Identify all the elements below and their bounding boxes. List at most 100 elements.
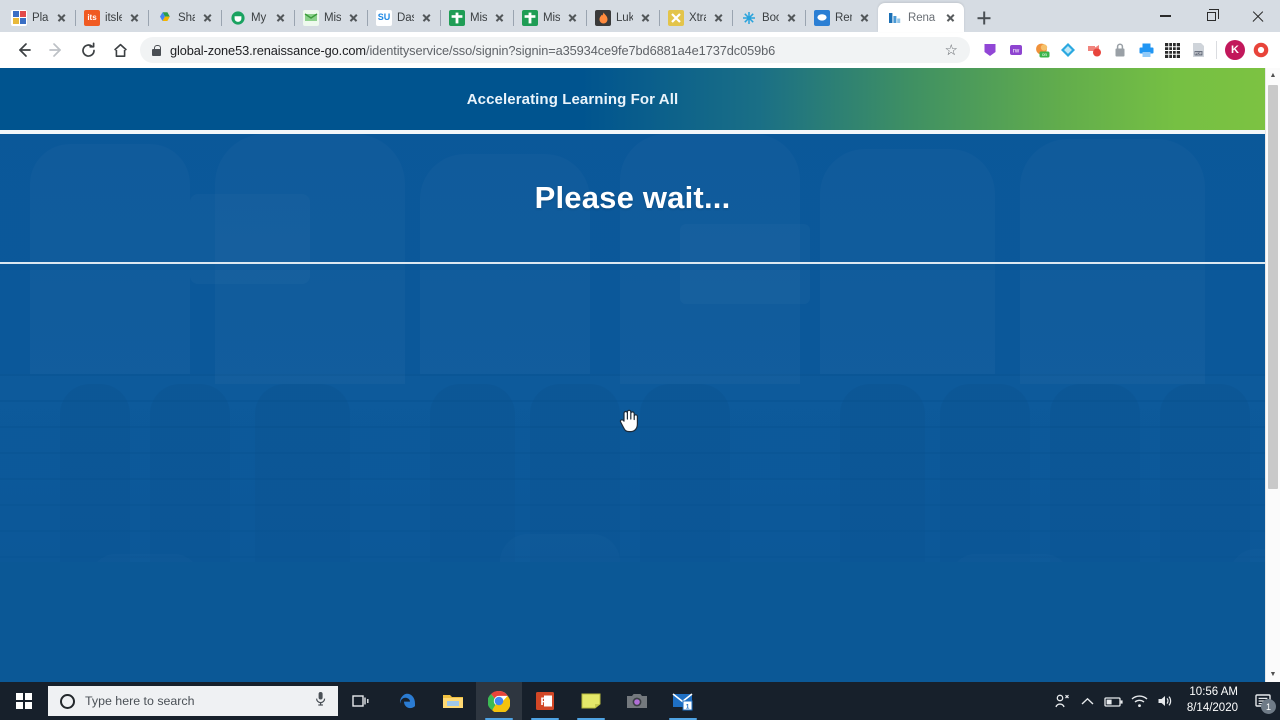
lock-icon xyxy=(152,44,161,56)
browser-tab-9[interactable]: Xtra xyxy=(659,3,732,32)
browser-tab-0[interactable]: Plan xyxy=(2,3,75,32)
tab-favicon-xtra xyxy=(668,9,684,26)
read-write-extension-icon[interactable]: rw xyxy=(1003,37,1029,63)
maximize-button[interactable] xyxy=(1188,0,1234,32)
tab-close-icon-3[interactable] xyxy=(273,10,288,25)
search-placeholder: Type here to search xyxy=(85,694,195,708)
printer-extension-icon[interactable] xyxy=(1133,37,1159,63)
taskbar-camera-icon[interactable] xyxy=(614,682,660,720)
people-icon[interactable] xyxy=(1049,682,1075,720)
tab-title-6: Miss xyxy=(470,11,487,24)
cortana-circle-icon xyxy=(60,693,75,709)
browser-tab-3[interactable]: My xyxy=(221,3,294,32)
tab-title-10: Boo xyxy=(762,11,779,24)
close-window-button[interactable] xyxy=(1234,0,1280,32)
tab-favicon-renaissance xyxy=(887,10,903,26)
tab-close-icon-2[interactable] xyxy=(200,10,215,25)
tab-close-icon-12[interactable] xyxy=(943,10,958,25)
taskbar-google-chrome-icon[interactable] xyxy=(476,682,522,720)
tab-favicon-speech-bubble xyxy=(814,9,830,26)
site-brand-bar: Accelerating Learning For All xyxy=(0,68,1265,130)
minimize-button[interactable] xyxy=(1142,0,1188,32)
tab-favicon-shield xyxy=(230,10,246,26)
tab-favicon-itslearning: its xyxy=(84,9,100,26)
battery-icon[interactable] xyxy=(1101,682,1127,720)
show-hidden-icons-chevron[interactable] xyxy=(1075,682,1101,720)
star-icon[interactable]: ☆ xyxy=(945,41,958,59)
taskbar-powerpoint-icon[interactable]: P xyxy=(522,682,568,720)
purple-extension-icon[interactable] xyxy=(977,37,1003,63)
onenote-clipper-icon[interactable]: on xyxy=(1029,37,1055,63)
tab-title-8: Luke xyxy=(616,11,633,24)
back-button[interactable] xyxy=(8,34,40,66)
page-viewport: Accelerating Learning For All Please wai… xyxy=(0,68,1280,682)
tab-title-7: Miss xyxy=(543,11,560,24)
tab-close-icon-0[interactable] xyxy=(54,10,69,25)
browser-tab-1[interactable]: its itsle xyxy=(75,3,148,32)
windows-taskbar: Type here to search P 1 10:56 AM 8/14/20… xyxy=(0,682,1280,720)
chrome-browser-window: Plan its itsle Shar My Miss xyxy=(0,0,1280,682)
taskbar-mail-icon[interactable]: 1 xyxy=(660,682,706,720)
tab-close-icon-10[interactable] xyxy=(784,10,799,25)
window-controls xyxy=(1142,0,1280,32)
taskbar-search-box[interactable]: Type here to search xyxy=(48,686,338,716)
grid-extension-icon[interactable] xyxy=(1159,37,1185,63)
new-tab-button[interactable] xyxy=(970,4,998,32)
browser-tab-12-active[interactable]: Rena xyxy=(878,3,964,32)
browser-tab-5[interactable]: SU Dash xyxy=(367,3,440,32)
tab-close-icon-6[interactable] xyxy=(492,10,507,25)
tab-title-11: Rem xyxy=(835,11,852,24)
page-scrollbar[interactable]: ▲ ▼ xyxy=(1265,68,1280,682)
tab-close-icon-11[interactable] xyxy=(857,10,872,25)
scroll-down-arrow-icon[interactable]: ▼ xyxy=(1266,667,1280,682)
tab-close-icon-9[interactable] xyxy=(711,10,726,25)
screencastify-icon[interactable] xyxy=(1081,37,1107,63)
tab-title-9: Xtra xyxy=(689,11,706,24)
forward-button[interactable] xyxy=(40,34,72,66)
wifi-icon[interactable] xyxy=(1127,682,1153,720)
tab-close-icon-8[interactable] xyxy=(638,10,653,25)
profile-avatar[interactable]: K xyxy=(1222,37,1248,63)
notification-count-badge: 1 xyxy=(1261,699,1276,714)
taskbar-microsoft-edge-icon[interactable] xyxy=(384,682,430,720)
tab-close-icon-5[interactable] xyxy=(419,10,434,25)
tab-title-2: Shar xyxy=(178,11,195,24)
taskbar-file-explorer-icon[interactable] xyxy=(430,682,476,720)
action-center-button[interactable]: 1 xyxy=(1248,682,1278,720)
tab-close-icon-7[interactable] xyxy=(565,10,580,25)
home-button[interactable] xyxy=(104,34,136,66)
browser-tab-4[interactable]: Miss xyxy=(294,3,367,32)
avatar-initial: K xyxy=(1225,40,1245,60)
address-bar[interactable]: global-zone53.renaissance-go.com/identit… xyxy=(140,37,970,63)
tab-favicon-snowflake xyxy=(741,10,757,26)
hero-section: Please wait... xyxy=(0,134,1265,566)
volume-icon[interactable] xyxy=(1153,682,1179,720)
scrollbar-thumb[interactable] xyxy=(1268,85,1278,489)
browser-tab-10[interactable]: Boo xyxy=(732,3,805,32)
browser-tab-2[interactable]: Shar xyxy=(148,3,221,32)
chrome-menu-icon[interactable] xyxy=(1248,37,1274,63)
diamond-extension-icon[interactable] xyxy=(1055,37,1081,63)
browser-tab-7[interactable]: Miss xyxy=(513,3,586,32)
svg-text:rw: rw xyxy=(1013,49,1020,55)
taskbar-sticky-notes-icon[interactable] xyxy=(568,682,614,720)
reload-button[interactable] xyxy=(72,34,104,66)
taskbar-clock[interactable]: 10:56 AM 8/14/2020 xyxy=(1179,685,1248,716)
start-button[interactable] xyxy=(0,682,48,720)
grey-lock-extension-icon[interactable] xyxy=(1107,37,1133,63)
microphone-icon[interactable] xyxy=(314,691,330,712)
status-message: Please wait... xyxy=(534,180,731,215)
tab-close-icon-1[interactable] xyxy=(127,10,142,25)
scroll-up-arrow-icon[interactable]: ▲ xyxy=(1266,68,1280,83)
web-page-content: Accelerating Learning For All Please wai… xyxy=(0,68,1265,682)
task-view-button[interactable] xyxy=(338,682,384,720)
system-tray: 10:56 AM 8/14/2020 1 xyxy=(1049,682,1280,720)
tab-title-12: Rena xyxy=(908,11,936,24)
browser-tab-8[interactable]: Luke xyxy=(586,3,659,32)
toolbar-divider xyxy=(1216,41,1217,59)
browser-tab-6[interactable]: Miss xyxy=(440,3,513,32)
hero-band xyxy=(0,264,1265,270)
tab-close-icon-4[interactable] xyxy=(346,10,361,25)
browser-tab-11[interactable]: Rem xyxy=(805,3,878,32)
pdf-extension-icon[interactable]: PDF xyxy=(1185,37,1211,63)
